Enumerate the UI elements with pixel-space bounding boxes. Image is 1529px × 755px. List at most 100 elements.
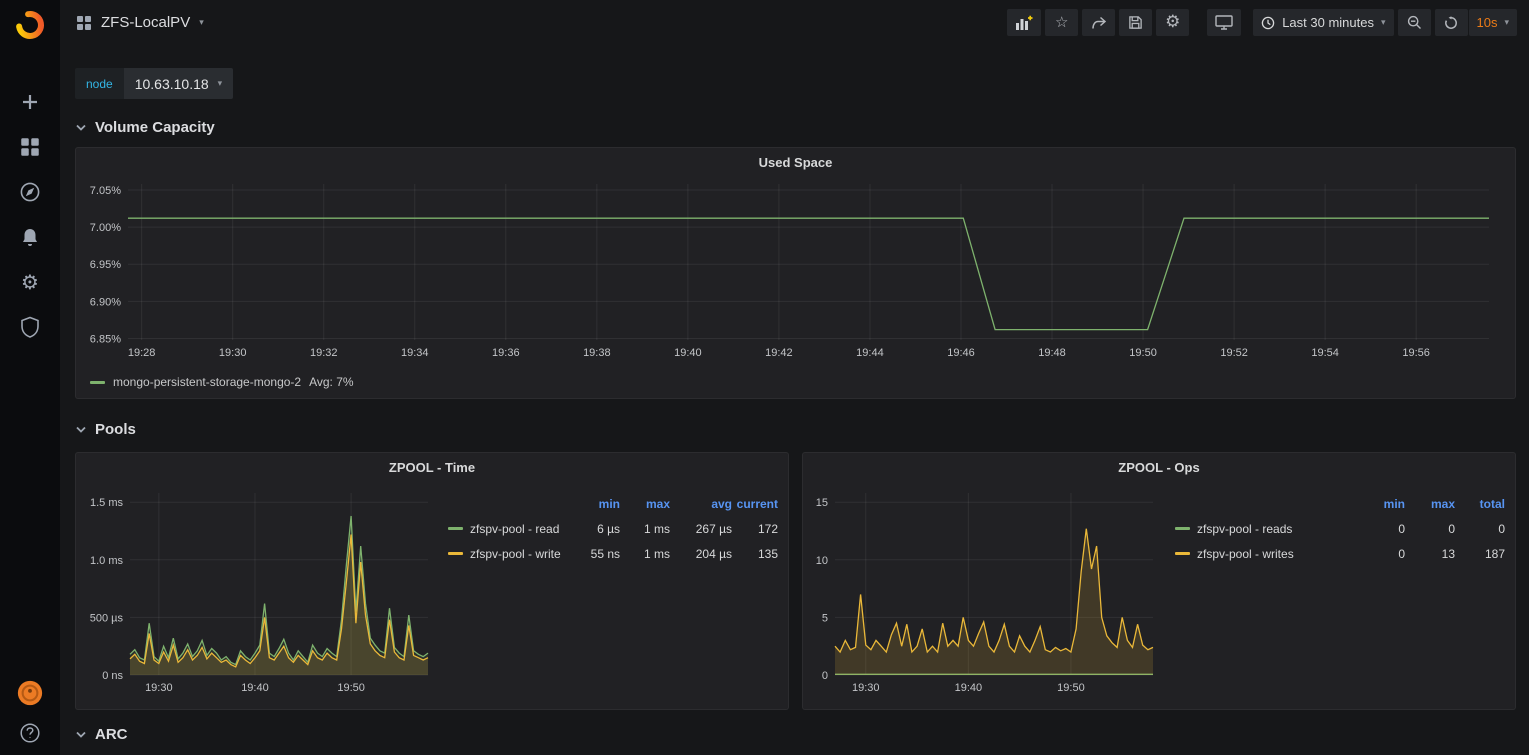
row-volume-capacity[interactable]: Volume Capacity (75, 118, 1516, 136)
series-color-swatch (1175, 527, 1190, 530)
refresh-icon (1444, 16, 1458, 30)
legend-header-row: min max avg current (448, 491, 778, 516)
legend-col-min[interactable]: min (1355, 497, 1405, 511)
refresh-interval-picker[interactable]: 10s ▾ (1469, 9, 1518, 36)
navbar-left: ZFS-LocalPV ▾ (76, 14, 204, 31)
variable-value: 10.63.10.18 (135, 76, 209, 92)
svg-text:19:38: 19:38 (583, 347, 611, 359)
svg-text:19:56: 19:56 (1402, 347, 1430, 359)
legend-col-avg[interactable]: avg (670, 497, 732, 511)
grafana-logo[interactable] (0, 0, 60, 48)
chevron-down-icon (75, 730, 87, 739)
legend-value-min: 55 ns (570, 547, 620, 561)
legend-col-max[interactable]: max (620, 497, 670, 511)
chevron-down-icon: ▾ (218, 79, 223, 89)
legend-col-current[interactable]: current (732, 497, 778, 511)
dashboard-title[interactable]: ZFS-LocalPV (101, 14, 190, 31)
legend-value-max: 13 (1405, 547, 1455, 561)
variable-node-dropdown[interactable]: node 10.63.10.18 ▾ (75, 68, 233, 99)
svg-text:19:50: 19:50 (1057, 682, 1085, 694)
zoom-out-icon (1407, 15, 1422, 30)
svg-text:15: 15 (816, 497, 828, 509)
help-button[interactable] (17, 721, 43, 745)
add-panel-button[interactable] (1007, 9, 1041, 36)
legend-value-min: 6 µs (570, 522, 620, 536)
chevron-down-icon (75, 425, 87, 434)
grafana-app: ⚙ ZFS-LocalPV ▾ (0, 0, 1529, 755)
zoom-out-button[interactable] (1398, 9, 1431, 36)
svg-text:19:40: 19:40 (955, 682, 983, 694)
star-icon: ☆ (1055, 15, 1068, 30)
chevron-down-icon: ▾ (1381, 18, 1386, 28)
legend-col-min[interactable]: min (570, 497, 620, 511)
svg-text:19:44: 19:44 (856, 347, 884, 359)
shield-icon (20, 316, 40, 338)
svg-text:6.90%: 6.90% (90, 296, 121, 308)
time-range-label: Last 30 minutes (1282, 15, 1374, 30)
svg-text:19:50: 19:50 (337, 682, 365, 694)
sidebar-item-server-admin[interactable] (17, 315, 43, 339)
series-toggle[interactable]: zfspv-pool - reads (1175, 522, 1355, 536)
series-color-swatch (90, 381, 105, 384)
zpool-time-graph[interactable]: 19:3019:4019:500 ns500 µs1.0 ms1.5 ms (82, 485, 434, 699)
time-range-picker[interactable]: Last 30 minutes ▾ (1253, 9, 1393, 36)
series-toggle[interactable]: zfspv-pool - writes (1175, 547, 1355, 561)
sidebar-item-configuration[interactable]: ⚙ (17, 270, 43, 294)
panel-title[interactable]: Used Space (76, 155, 1515, 170)
star-dashboard-button[interactable]: ☆ (1045, 9, 1078, 36)
dashboard-settings-button[interactable]: ⚙ (1156, 9, 1189, 36)
sidebar-item-dashboards[interactable] (17, 135, 43, 159)
zpool-ops-graph[interactable]: 19:3019:4019:50051015 (809, 485, 1161, 699)
sidebar-nav: ⚙ (17, 90, 43, 339)
cycle-view-mode-button[interactable] (1207, 9, 1241, 36)
series-name: zfspv-pool - write (470, 547, 561, 561)
series-toggle[interactable]: zfspv-pool - write (448, 547, 570, 561)
navbar: ZFS-LocalPV ▾ ☆ ⚙ (60, 0, 1529, 45)
svg-text:19:46: 19:46 (947, 347, 975, 359)
svg-text:19:52: 19:52 (1220, 347, 1248, 359)
series-name[interactable]: mongo-persistent-storage-mongo-2 (113, 375, 301, 389)
dashboards-grid-icon (20, 137, 40, 157)
series-name: zfspv-pool - reads (1197, 522, 1292, 536)
legend-header-row: min max total (1175, 491, 1505, 516)
share-dashboard-button[interactable] (1082, 9, 1115, 36)
panel-zpool-time: ZPOOL - Time 19:3019:4019:500 ns500 µs1.… (75, 452, 789, 710)
panel-title[interactable]: ZPOOL - Ops (803, 460, 1515, 475)
legend-col-total[interactable]: total (1455, 497, 1505, 511)
save-dashboard-button[interactable] (1119, 9, 1152, 36)
refresh-button[interactable] (1435, 9, 1468, 36)
dashboard-icon (76, 15, 92, 31)
zpool-time-legend-table: min max avg current zfspv-pool - read 6 … (448, 491, 778, 566)
refresh-button-group: 10s ▾ (1435, 9, 1518, 36)
svg-text:19:40: 19:40 (674, 347, 702, 359)
legend-value-total: 0 (1455, 522, 1505, 536)
series-avg: Avg: 7% (309, 375, 353, 389)
svg-text:10: 10 (816, 555, 828, 567)
legend-col-max[interactable]: max (1405, 497, 1455, 511)
svg-text:19:34: 19:34 (401, 347, 429, 359)
main-area: ZFS-LocalPV ▾ ☆ ⚙ (60, 0, 1529, 755)
zpool-ops-legend-table: min max total zfspv-pool - reads 0 0 0 (1175, 491, 1505, 566)
chevron-down-icon[interactable]: ▾ (199, 18, 204, 28)
share-icon (1091, 15, 1107, 31)
series-toggle[interactable]: zfspv-pool - read (448, 522, 570, 536)
legend-row: zfspv-pool - write 55 ns 1 ms 204 µs 135 (448, 541, 778, 566)
panel-zpool-ops: ZPOOL - Ops 19:30 19:40 19:50 0 5 10 15 min ma… (802, 452, 1516, 710)
sidebar-item-create[interactable] (17, 90, 43, 114)
used-space-graph[interactable]: 19:2819:3019:3219:3419:3619:3819:4019:42… (82, 178, 1509, 366)
row-pools[interactable]: Pools (75, 420, 1516, 438)
legend-row: zfspv-pool - read 6 µs 1 ms 267 µs 172 (448, 516, 778, 541)
svg-text:19:32: 19:32 (310, 347, 338, 359)
variable-label: node (75, 68, 124, 99)
row-arc[interactable]: ARC (75, 725, 1516, 743)
svg-text:6.95%: 6.95% (90, 259, 121, 271)
user-avatar[interactable] (17, 678, 43, 708)
svg-text:19:30: 19:30 (852, 682, 880, 694)
sidebar-item-alerting[interactable] (17, 225, 43, 249)
sidebar-item-explore[interactable] (17, 180, 43, 204)
svg-text:5: 5 (822, 612, 828, 624)
legend-row: zfspv-pool - reads 0 0 0 (1175, 516, 1505, 541)
legend-row: zfspv-pool - writes 0 13 187 (1175, 541, 1505, 566)
series-color-swatch (448, 527, 463, 530)
panel-title[interactable]: ZPOOL - Time (76, 460, 788, 475)
